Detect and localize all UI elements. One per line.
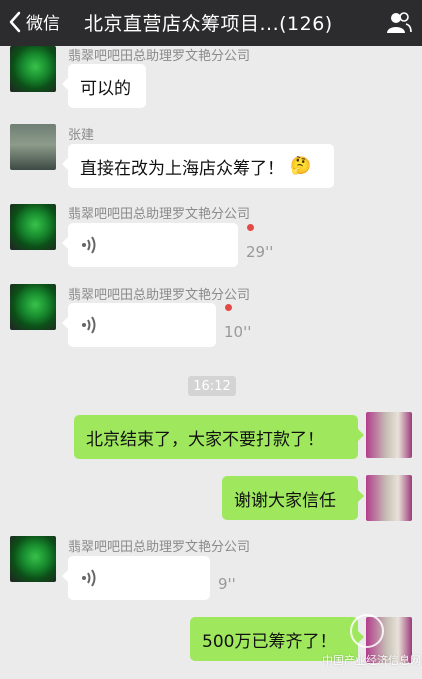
sender-name: 翡翠吧吧田总助理罗文艳分公司 xyxy=(68,288,251,303)
avatar[interactable] xyxy=(366,412,412,458)
chevron-left-icon xyxy=(9,11,21,32)
chat-header: 微信 北京直营店众筹项目...(126) xyxy=(0,0,422,46)
voice-message-bubble[interactable] xyxy=(62,223,238,267)
watermark-logo-icon xyxy=(350,614,384,648)
voice-message-bubble[interactable] xyxy=(62,303,216,347)
avatar[interactable] xyxy=(10,124,56,170)
sender-name: 张建 xyxy=(68,128,95,143)
avatar[interactable] xyxy=(10,536,56,582)
voice-wave-icon xyxy=(82,316,96,334)
unread-dot xyxy=(225,304,232,311)
watermark-text: 中国产业经济信息网 xyxy=(322,654,421,667)
avatar[interactable] xyxy=(10,46,56,92)
message-text: 直接在改为上海店众筹了！ xyxy=(80,158,284,179)
voice-duration: 9'' xyxy=(218,575,236,593)
avatar[interactable] xyxy=(366,475,412,521)
back-label: 微信 xyxy=(26,14,60,34)
my-message-bubble[interactable]: 谢谢大家信任 xyxy=(222,476,364,520)
message-bubble[interactable]: 可以的 xyxy=(62,64,146,108)
group-members-icon[interactable] xyxy=(386,10,412,36)
voice-wave-icon xyxy=(82,569,96,587)
my-message-bubble[interactable]: 北京结束了，大家不要打款了！ xyxy=(74,415,364,459)
sender-name: 翡翠吧吧田总助理罗文艳分公司 xyxy=(68,540,251,555)
sender-name: 翡翠吧吧田总助理罗文艳分公司 xyxy=(68,49,251,64)
timestamp-chip: 16:12 xyxy=(188,376,236,396)
avatar[interactable] xyxy=(10,204,56,250)
thinking-emoji-icon: 🤔 xyxy=(290,156,312,176)
unread-dot xyxy=(247,224,254,231)
voice-wave-icon xyxy=(82,236,96,254)
message-bubble[interactable]: 直接在改为上海店众筹了！ 🤔 xyxy=(62,144,334,188)
avatar[interactable] xyxy=(10,284,56,330)
voice-duration: 10'' xyxy=(224,323,252,341)
chat-title: 北京直营店众筹项目...(126) xyxy=(84,13,333,35)
sender-name: 翡翠吧吧田总助理罗文艳分公司 xyxy=(68,207,251,222)
back-button[interactable]: 微信 xyxy=(8,9,60,34)
voice-message-bubble[interactable] xyxy=(62,556,210,600)
voice-duration: 29'' xyxy=(246,243,274,261)
